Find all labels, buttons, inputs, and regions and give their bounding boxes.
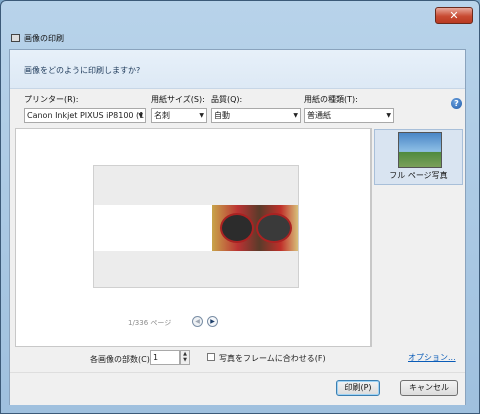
chevron-down-icon: ▼ [293, 112, 298, 119]
prev-page-icon[interactable]: ◀ [192, 316, 203, 327]
cancel-button[interactable]: キャンセル [400, 380, 458, 396]
next-page-icon[interactable]: ▶ [207, 316, 218, 327]
photo-goggle-right [256, 213, 292, 243]
window-title: 画像の印刷 [24, 33, 64, 43]
layout-item-label: フル ページ写真 [389, 171, 448, 180]
printer-select[interactable]: Canon Inkjet PIXUS iP8100 (1 ▼ [24, 108, 146, 123]
paper-type-label: 用紙の種類(T): [304, 95, 358, 104]
print-button[interactable]: 印刷(P) [336, 380, 380, 396]
copies-input[interactable]: 1 [150, 350, 180, 365]
options-link[interactable]: オプション... [408, 352, 456, 363]
print-pictures-window: ✕ 画像の印刷 画像をどのように印刷しますか? プリンター(R): Canon … [0, 0, 480, 414]
printer-label: プリンター(R): [24, 95, 79, 104]
spinner-down-icon[interactable]: ▼ [181, 357, 189, 363]
dialog-footer: 印刷(P) キャンセル [10, 372, 465, 405]
layout-item-full-page[interactable]: フル ページ写真 [374, 129, 463, 185]
paper-size-select[interactable]: 名刺 ▼ [151, 108, 207, 123]
printer-value: Canon Inkjet PIXUS iP8100 (1 [27, 111, 145, 120]
photo-goggle-left [220, 213, 254, 243]
close-button[interactable]: ✕ [435, 7, 473, 24]
print-question: 画像をどのように印刷しますか? [24, 66, 141, 75]
page-indicator: 1/336 ページ [128, 319, 172, 327]
paper-size-value: 名刺 [154, 111, 170, 120]
fit-frame-checkbox[interactable] [207, 353, 215, 361]
help-icon[interactable]: ? [451, 98, 462, 109]
close-icon: ✕ [449, 9, 459, 22]
chevron-down-icon: ▼ [138, 112, 143, 119]
title-bar: 画像の印刷 [11, 31, 64, 45]
quality-label: 品質(Q): [211, 95, 243, 104]
dialog-content: 画像をどのように印刷しますか? プリンター(R): Canon Inkjet P… [9, 49, 466, 405]
copies-label: 各画像の部数(C): [90, 355, 153, 364]
quality-select[interactable]: 自動 ▼ [211, 108, 301, 123]
layout-list: フル ページ写真 [371, 128, 464, 347]
quality-value: 自動 [214, 111, 230, 120]
chevron-down-icon: ▼ [386, 112, 391, 119]
print-settings-row: プリンター(R): Canon Inkjet PIXUS iP8100 (1 ▼… [10, 90, 465, 126]
paper-type-value: 普通紙 [307, 111, 331, 120]
paper-size-label: 用紙サイズ(S): [151, 95, 205, 104]
print-preview: 1/336 ページ ◀ ▶ [15, 128, 371, 347]
header-band: 画像をどのように印刷しますか? [10, 50, 465, 89]
copies-row: 各画像の部数(C): 1 ▲ ▼ 写真をフレームに合わせる(F) オプション..… [10, 348, 465, 370]
paper-type-select[interactable]: 普通紙 ▼ [304, 108, 394, 123]
preview-page [93, 165, 299, 288]
printer-window-icon [11, 34, 20, 42]
page-navigator: 1/336 ページ ◀ ▶ [16, 314, 372, 330]
chevron-down-icon: ▼ [199, 112, 204, 119]
layout-thumbnail [398, 132, 442, 168]
preview-photo [212, 205, 298, 251]
fit-frame-label: 写真をフレームに合わせる(F) [219, 354, 326, 363]
copies-spinner[interactable]: ▲ ▼ [180, 350, 190, 365]
